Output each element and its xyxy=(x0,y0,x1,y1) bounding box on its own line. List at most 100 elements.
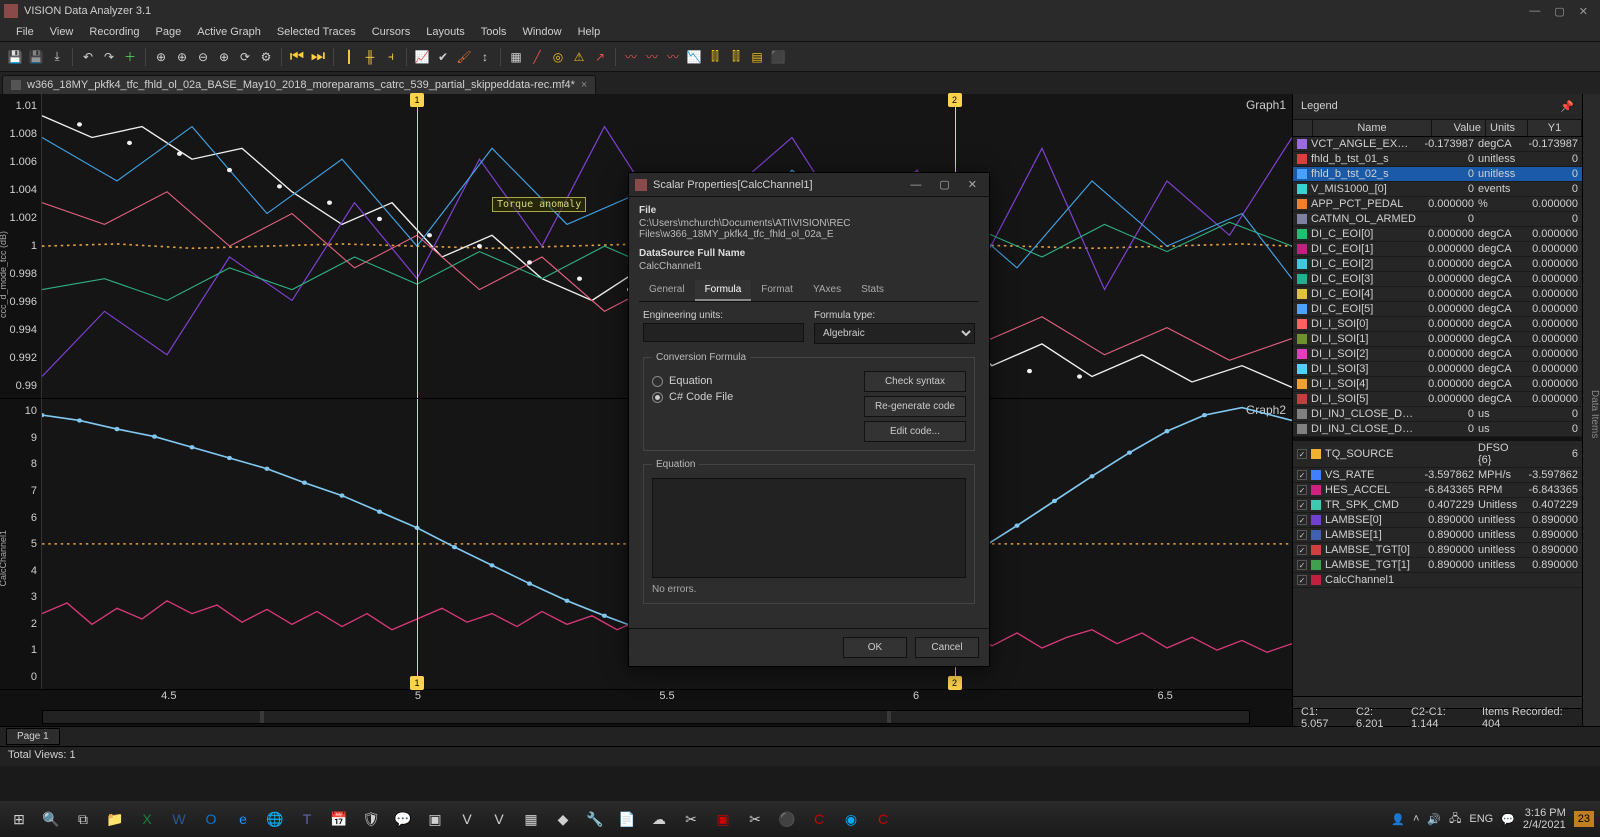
tab-yaxes[interactable]: YAxes xyxy=(803,280,851,301)
legend-row[interactable]: ✓LAMBSE_TGT[1]0.890000unitless0.890000 xyxy=(1293,558,1582,573)
legend-row[interactable]: fhld_b_tst_01_s0unitless0 xyxy=(1293,152,1582,167)
app14-icon[interactable]: ☁ xyxy=(646,806,672,832)
legend-row[interactable]: ✓HES_ACCEL-6.843365RPM-6.843365 xyxy=(1293,483,1582,498)
brush-icon[interactable]: 🖌 xyxy=(455,48,473,66)
skip-back-icon[interactable]: ⏮ xyxy=(288,48,306,66)
wave1-icon[interactable]: 〰 xyxy=(622,48,640,66)
tray-lang-icon[interactable]: ENG xyxy=(1469,813,1493,825)
legend-row[interactable]: VCT_ANGLE_EXH[0]-0.173987degCA-0.173987 xyxy=(1293,137,1582,152)
chrome-icon[interactable]: 🌐 xyxy=(262,806,288,832)
add-icon[interactable]: ＋ xyxy=(121,48,139,66)
menu-window[interactable]: Window xyxy=(516,24,567,40)
legend-row[interactable]: DI_I_SOI[4]0.000000degCA0.000000 xyxy=(1293,377,1582,392)
tab-stats[interactable]: Stats xyxy=(851,280,894,301)
legend-row[interactable]: DI_I_SOI[0]0.000000degCA0.000000 xyxy=(1293,317,1582,332)
menu-view[interactable]: View xyxy=(44,24,80,40)
undo-icon[interactable]: ↶ xyxy=(79,48,97,66)
dialog-titlebar[interactable]: Scalar Properties[CalcChannel1] — ▢ ✕ xyxy=(629,173,989,197)
menu-page[interactable]: Page xyxy=(150,24,188,40)
legend-row[interactable]: ✓LAMBSE[1]0.890000unitless0.890000 xyxy=(1293,528,1582,543)
line-red-icon[interactable]: ╱ xyxy=(528,48,546,66)
settings-icon[interactable]: ⚙ xyxy=(257,48,275,66)
legend-row[interactable]: APP_PCT_PEDAL0.000000%0.000000 xyxy=(1293,197,1582,212)
legend-row[interactable]: DI_I_SOI[2]0.000000degCA0.000000 xyxy=(1293,347,1582,362)
word-icon[interactable]: W xyxy=(166,806,192,832)
app16-icon[interactable]: ▣ xyxy=(710,806,736,832)
dialog-minimize-button[interactable]: — xyxy=(904,179,927,191)
app20-icon[interactable]: ◉ xyxy=(838,806,864,832)
legend-check-icon[interactable]: ✓ xyxy=(1297,530,1307,540)
app11-icon[interactable]: ◆ xyxy=(550,806,576,832)
refresh-icon[interactable]: ⟳ xyxy=(236,48,254,66)
legend-row[interactable]: ✓VS_RATE-3.597862MPH/s-3.597862 xyxy=(1293,468,1582,483)
legend-row[interactable]: CATMN_OL_ARMED00 xyxy=(1293,212,1582,227)
wave3-icon[interactable]: 〰 xyxy=(664,48,682,66)
close-button[interactable]: ✕ xyxy=(1579,5,1588,18)
legend-row[interactable]: DI_C_EOI[5]0.000000degCA0.000000 xyxy=(1293,302,1582,317)
dialog-maximize-button[interactable]: ▢ xyxy=(933,178,955,191)
start-icon[interactable]: ⊞ xyxy=(6,806,32,832)
time-scrollbar[interactable] xyxy=(42,710,1250,724)
legend-check-icon[interactable]: ✓ xyxy=(1297,449,1307,459)
excel-icon[interactable]: X xyxy=(134,806,160,832)
exclaim-icon[interactable]: ⚠ xyxy=(570,48,588,66)
cursor1-icon[interactable]: ┃ xyxy=(340,48,358,66)
zoom-out-icon[interactable]: ⊖ xyxy=(194,48,212,66)
regenerate-code-button[interactable]: Re-generate code xyxy=(864,396,966,417)
skip-fwd-icon[interactable]: ⏭ xyxy=(309,48,327,66)
zoom-in-icon[interactable]: ⊕ xyxy=(173,48,191,66)
radio-csharp[interactable]: C# Code File xyxy=(652,391,854,403)
legend-check-icon[interactable]: ✓ xyxy=(1297,575,1307,585)
app5-icon[interactable]: 🛡 xyxy=(358,806,384,832)
legend-pin-icon[interactable]: 📌 xyxy=(1560,100,1574,113)
legend-row[interactable]: ✓TQ_SOURCEDFSO {6}6 xyxy=(1293,441,1582,468)
legend-row[interactable]: DI_C_EOI[3]0.000000degCA0.000000 xyxy=(1293,272,1582,287)
legend-row[interactable]: fhld_b_tst_02_s0unitless0 xyxy=(1293,167,1582,182)
radio-equation[interactable]: Equation xyxy=(652,375,854,387)
legend-check-icon[interactable]: ✓ xyxy=(1297,560,1307,570)
trend-icon[interactable]: 📉 xyxy=(685,48,703,66)
app8-icon[interactable]: V xyxy=(454,806,480,832)
menu-active-graph[interactable]: Active Graph xyxy=(191,24,267,40)
legend-check-icon[interactable]: ✓ xyxy=(1297,515,1307,525)
cursor-1-g2[interactable]: 1 xyxy=(417,399,418,689)
bars2-icon[interactable]: ⫿⫿ xyxy=(727,48,745,66)
tray-volume-icon[interactable]: 🔊 xyxy=(1427,813,1441,826)
menu-help[interactable]: Help xyxy=(572,24,607,40)
calendar-icon[interactable]: 📅 xyxy=(326,806,352,832)
zoom-full-icon[interactable]: ⊕ xyxy=(152,48,170,66)
save-all-icon[interactable]: 💾 xyxy=(27,48,45,66)
legend-row[interactable]: ✓LAMBSE[0]0.890000unitless0.890000 xyxy=(1293,513,1582,528)
teams-icon[interactable]: T xyxy=(294,806,320,832)
app18-icon[interactable]: ⚫ xyxy=(774,806,800,832)
tray-net-icon[interactable]: 🖧 xyxy=(1449,810,1461,829)
app21-icon[interactable]: C xyxy=(870,806,896,832)
chart-check-icon[interactable]: ✔ xyxy=(434,48,452,66)
app19-icon[interactable]: C xyxy=(806,806,832,832)
maximize-button[interactable]: ▢ xyxy=(1554,5,1564,18)
redo-icon[interactable]: ↷ xyxy=(100,48,118,66)
legend-row[interactable]: V_MIS1000_[0]0events0 xyxy=(1293,182,1582,197)
legend-row[interactable]: DI_I_SOI[1]0.000000degCA0.000000 xyxy=(1293,332,1582,347)
cursor-pair-icon[interactable]: ╫ xyxy=(361,48,379,66)
page-tab[interactable]: Page 1 xyxy=(6,728,60,745)
menu-selected-traces[interactable]: Selected Traces xyxy=(271,24,362,40)
zoom-y-icon[interactable]: ⊕ xyxy=(215,48,233,66)
data-items-sidetab[interactable]: Data Items xyxy=(1582,94,1600,726)
app7-icon[interactable]: ▣ xyxy=(422,806,448,832)
tab-close-icon[interactable]: × xyxy=(581,79,587,91)
save-icon[interactable]: 💾 xyxy=(6,48,24,66)
equation-textarea[interactable] xyxy=(652,478,966,578)
minimize-button[interactable]: — xyxy=(1529,5,1540,18)
scroll-thumb-2[interactable] xyxy=(887,711,891,723)
target-icon[interactable]: ◎ xyxy=(549,48,567,66)
explorer-icon[interactable]: 📁 xyxy=(102,806,128,832)
check-syntax-button[interactable]: Check syntax xyxy=(864,371,966,392)
app13-icon[interactable]: 📄 xyxy=(614,806,640,832)
cursor-1[interactable]: 1 xyxy=(417,94,418,398)
legend-row[interactable]: DI_C_EOI[4]0.000000degCA0.000000 xyxy=(1293,287,1582,302)
legend-check-icon[interactable]: ✓ xyxy=(1297,470,1307,480)
arrow-icon[interactable]: ↗ xyxy=(591,48,609,66)
tray-clock[interactable]: 3:16 PM 2/4/2021 xyxy=(1523,807,1566,831)
legend-row[interactable]: DI_INJ_CLOSE_DELAY0us0 xyxy=(1293,407,1582,422)
